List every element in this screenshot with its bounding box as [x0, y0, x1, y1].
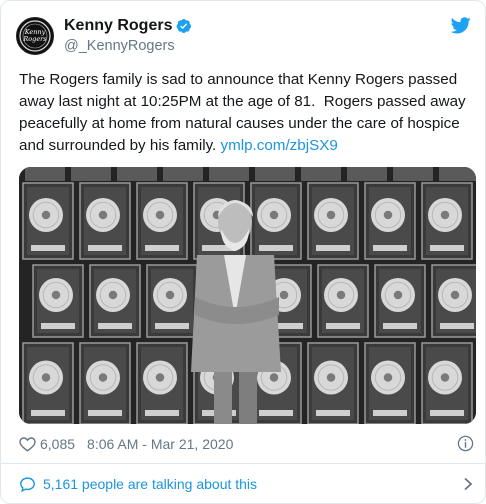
like-count[interactable]: 6,085 [40, 436, 75, 452]
svg-text:Rogers: Rogers [22, 35, 47, 43]
conversation-link[interactable]: 5,161 people are talking about this [19, 473, 476, 495]
tweet-text: The Rogers family is sad to announce tha… [19, 69, 474, 157]
timestamp[interactable]: 8:06 AM - Mar 21, 2020 [87, 436, 233, 452]
display-name[interactable]: Kenny Rogers [64, 17, 172, 35]
twitter-bird-icon[interactable] [450, 17, 471, 39]
divider [1, 463, 485, 464]
tweet-meta: 6,085 8:06 AM - Mar 21, 2020 [19, 433, 476, 455]
heart-icon[interactable] [19, 436, 36, 452]
tweet-card: Kenny Rogers Kenny Rogers @_KennyRogers [0, 0, 486, 504]
comment-bubble-icon [19, 476, 36, 493]
conversation-text: 5,161 people are talking about this [43, 476, 258, 492]
name-row: Kenny Rogers [64, 15, 192, 37]
tweet-link[interactable]: ymlp.com/zbjSX9 [220, 137, 337, 154]
chevron-right-icon [463, 477, 473, 494]
author-handle[interactable]: @_KennyRogers [64, 38, 192, 54]
avatar[interactable]: Kenny Rogers [16, 17, 54, 55]
avatar-logo: Kenny Rogers [19, 20, 51, 52]
tweet-header: Kenny Rogers Kenny Rogers @_KennyRogers [16, 15, 471, 61]
photo-image [19, 167, 476, 424]
author-names: Kenny Rogers @_KennyRogers [64, 15, 192, 54]
tweet-photo[interactable] [19, 167, 476, 424]
info-icon[interactable] [457, 435, 474, 455]
verified-badge-icon [176, 18, 192, 34]
